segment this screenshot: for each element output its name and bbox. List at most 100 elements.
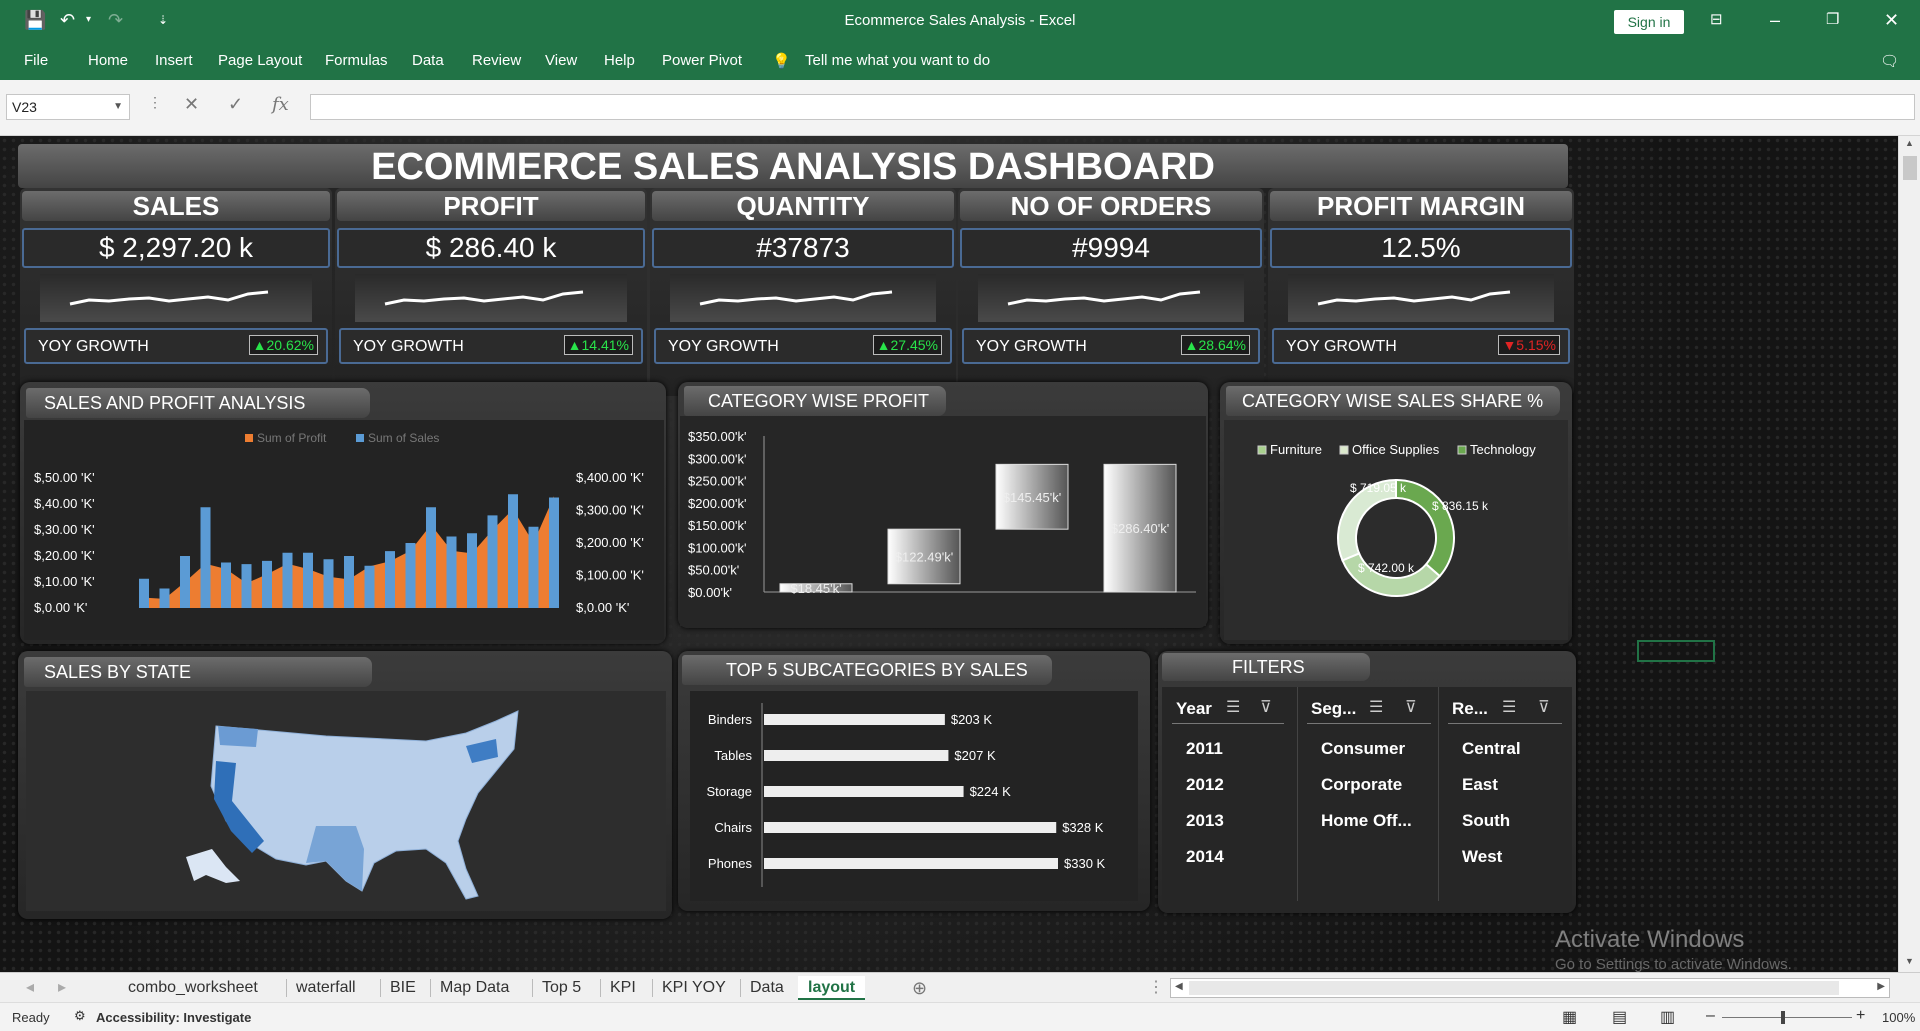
minimize-icon[interactable]: – bbox=[1770, 9, 1780, 31]
page-layout-view-icon[interactable]: ▤ bbox=[1612, 1007, 1627, 1027]
accessibility-status[interactable]: Accessibility: Investigate bbox=[96, 1010, 251, 1025]
normal-view-icon[interactable]: ▦ bbox=[1562, 1007, 1577, 1027]
dashboard-title: ECOMMERCE SALES ANALYSIS DASHBOARD bbox=[18, 144, 1568, 188]
function-icon[interactable]: fx bbox=[272, 94, 289, 115]
scroll-up-icon[interactable]: ▲ bbox=[1905, 138, 1914, 148]
tab-separator bbox=[600, 979, 601, 997]
tab-separator bbox=[286, 979, 287, 997]
formula-input[interactable] bbox=[310, 94, 1915, 120]
horizontal-scroll-thumb[interactable] bbox=[1189, 981, 1839, 995]
tab-formulas[interactable]: Formulas bbox=[325, 52, 388, 69]
name-box[interactable]: V23 ▼ bbox=[6, 94, 130, 120]
yoy-label: YOY GROWTH bbox=[668, 338, 779, 355]
sheet-tab-bie[interactable]: BIE bbox=[390, 976, 416, 1000]
horizontal-scrollbar[interactable]: ◀ ▶ bbox=[1170, 978, 1890, 998]
left-tick-label: $,0.00 'K' bbox=[34, 600, 87, 615]
tab-file[interactable]: File bbox=[24, 52, 48, 69]
slicer-item-home-office[interactable]: Home Off... bbox=[1321, 811, 1412, 831]
tab-help[interactable]: Help bbox=[604, 52, 635, 69]
tab-scroll-right-icon[interactable]: ▸ bbox=[58, 976, 66, 1000]
selected-cell[interactable] bbox=[1637, 640, 1715, 662]
slicer-item-2013[interactable]: 2013 bbox=[1186, 811, 1224, 831]
worksheet-canvas[interactable]: ECOMMERCE SALES ANALYSIS DASHBOARD SALES… bbox=[0, 136, 1898, 972]
zoom-in-icon[interactable]: + bbox=[1856, 1007, 1865, 1025]
top5-value-label: $330 K bbox=[1064, 856, 1106, 871]
tabs-splitter-icon[interactable]: ⋮ bbox=[1148, 976, 1164, 1000]
sales-bar bbox=[241, 564, 252, 608]
zoom-slider-thumb[interactable] bbox=[1781, 1011, 1785, 1024]
slicer-item-south[interactable]: South bbox=[1462, 811, 1510, 831]
slicer-item-west[interactable]: West bbox=[1462, 847, 1502, 867]
segment-slicer: Seg... ☰ ⊽ Consumer Corporate Home Off..… bbox=[1299, 687, 1439, 901]
clear-filter-icon[interactable]: ⊽ bbox=[1405, 697, 1417, 717]
zoom-slider[interactable] bbox=[1722, 1017, 1852, 1018]
tab-review[interactable]: Review bbox=[472, 52, 521, 69]
legend-swatch bbox=[1339, 445, 1349, 455]
tab-home[interactable]: Home bbox=[88, 52, 128, 69]
left-tick-label: $,40.00 'K' bbox=[34, 496, 95, 511]
multi-select-icon[interactable]: ☰ bbox=[1226, 697, 1240, 717]
status-bar: Ready ⚙ Accessibility: Investigate ▦ ▤ ▥… bbox=[0, 1002, 1920, 1031]
sheet-tab-map-data[interactable]: Map Data bbox=[440, 976, 509, 1000]
title-bar: 💾 ↶ ▾ ↷ ⇣ Ecommerce Sales Analysis - Exc… bbox=[0, 0, 1920, 42]
waterfall-tick-label: $300.00'k' bbox=[688, 451, 746, 466]
tab-view[interactable]: View bbox=[545, 52, 577, 69]
kpi-sparkline bbox=[978, 274, 1244, 322]
slicer-item-corporate[interactable]: Corporate bbox=[1321, 775, 1402, 795]
vertical-scrollbar[interactable]: ▲ ▼ bbox=[1898, 136, 1920, 972]
yoy-badge: ▲28.64% bbox=[1180, 335, 1250, 355]
cancel-icon[interactable]: ✕ bbox=[184, 94, 199, 115]
kpi-value: #9994 bbox=[960, 228, 1262, 268]
scroll-thumb[interactable] bbox=[1903, 156, 1917, 180]
new-sheet-icon[interactable]: ⊕ bbox=[912, 976, 927, 1000]
zoom-level[interactable]: 100% bbox=[1882, 1010, 1915, 1025]
clear-filter-icon[interactable]: ⊽ bbox=[1538, 697, 1550, 717]
tell-me-search[interactable]: Tell me what you want to do bbox=[805, 52, 990, 69]
sign-in-button[interactable]: Sign in bbox=[1614, 10, 1684, 34]
sales-bar bbox=[159, 588, 170, 608]
multi-select-icon[interactable]: ☰ bbox=[1369, 697, 1383, 717]
sheet-tab-data[interactable]: Data bbox=[750, 976, 784, 1000]
kpi-label: PROFIT MARGIN bbox=[1270, 191, 1572, 221]
chevron-down-icon[interactable]: ▼ bbox=[113, 95, 123, 119]
kpi-label: SALES bbox=[22, 191, 330, 221]
tab-scroll-left-icon[interactable]: ◂ bbox=[26, 976, 34, 1000]
enter-icon[interactable]: ✓ bbox=[228, 94, 243, 115]
region-slicer: Re... ☰ ⊽ Central East South West bbox=[1440, 687, 1570, 901]
tab-power-pivot[interactable]: Power Pivot bbox=[662, 52, 742, 69]
donut-data-label: $ 836.15 k bbox=[1432, 499, 1489, 513]
slicer-item-2011[interactable]: 2011 bbox=[1186, 739, 1223, 759]
sheet-tab-layout[interactable]: layout bbox=[798, 976, 866, 1000]
sheet-tab-combo-worksheet[interactable]: combo_worksheet bbox=[128, 976, 258, 1000]
ribbon-display-icon[interactable]: ⊟ bbox=[1710, 9, 1723, 31]
clear-filter-icon[interactable]: ⊽ bbox=[1260, 697, 1272, 717]
slicer-item-2012[interactable]: 2012 bbox=[1186, 775, 1224, 795]
multi-select-icon[interactable]: ☰ bbox=[1502, 697, 1516, 717]
sales-bar bbox=[180, 556, 190, 608]
slicer-item-consumer[interactable]: Consumer bbox=[1321, 739, 1405, 759]
page-break-view-icon[interactable]: ▥ bbox=[1660, 1007, 1675, 1027]
tab-page-layout[interactable]: Page Layout bbox=[218, 52, 302, 69]
slicer-item-2014[interactable]: 2014 bbox=[1186, 847, 1224, 867]
comments-icon[interactable]: 🗨 bbox=[1880, 52, 1899, 70]
tab-insert[interactable]: Insert bbox=[155, 52, 193, 69]
slicer-item-east[interactable]: East bbox=[1462, 775, 1498, 795]
kpi-yoy-box: YOY GROWTH ▼5.15% bbox=[1272, 328, 1570, 364]
category-share-chart: Furniture Office Supplies Technology $ 719… bbox=[1224, 420, 1568, 640]
scroll-down-icon[interactable]: ▼ bbox=[1905, 956, 1914, 966]
zoom-out-icon[interactable]: – bbox=[1706, 1007, 1715, 1025]
category-profit-panel: CATEGORY WISE PROFIT $350.00'k' $300.00'k… bbox=[678, 382, 1208, 628]
sheet-tab-kpi-yoy[interactable]: KPI YOY bbox=[662, 976, 726, 1000]
waterfall-tick-label: $150.00'k' bbox=[688, 518, 746, 533]
sheet-tab-top-5[interactable]: Top 5 bbox=[542, 976, 581, 1000]
close-icon[interactable]: ✕ bbox=[1884, 9, 1899, 31]
sheet-tab-kpi[interactable]: KPI bbox=[610, 976, 636, 1000]
accessibility-icon[interactable]: ⚙ bbox=[74, 1008, 86, 1024]
sheet-tab-waterfall[interactable]: waterfall bbox=[296, 976, 356, 1000]
restore-icon[interactable]: ❐ bbox=[1826, 9, 1839, 31]
scroll-left-icon[interactable]: ◀ bbox=[1175, 981, 1183, 992]
slicer-item-central[interactable]: Central bbox=[1462, 739, 1521, 759]
sales-bar bbox=[405, 543, 416, 608]
scroll-right-icon[interactable]: ▶ bbox=[1877, 981, 1885, 992]
tab-data[interactable]: Data bbox=[412, 52, 444, 69]
